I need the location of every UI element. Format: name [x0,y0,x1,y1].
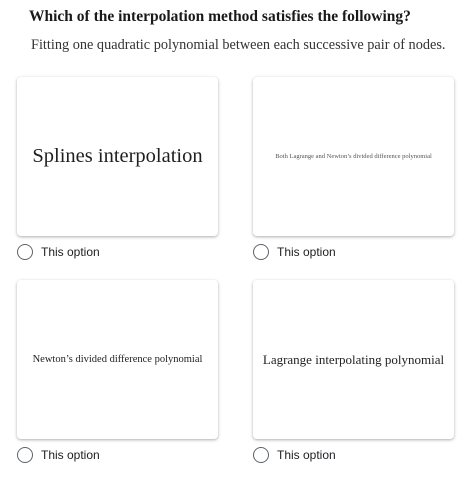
option-radio-row[interactable]: This option [17,445,100,465]
option-card-text: Splines interpolation [32,145,203,167]
radio-button[interactable] [17,244,33,260]
option-card-splines[interactable]: Splines interpolation [17,77,218,236]
option-card-both[interactable]: Both Lagrange and Newton’s divided diffe… [253,77,454,236]
option-label: This option [277,448,336,462]
option-label: This option [41,448,100,462]
option-card-text: Newton’s divided difference polynomial [32,354,203,365]
radio-button[interactable] [253,447,269,463]
option-radio-row[interactable]: This option [17,242,100,262]
option-radio-row[interactable]: This option [253,445,336,465]
option-label: This option [41,245,100,259]
option-label: This option [277,245,336,259]
option-radio-row[interactable]: This option [253,242,336,262]
question-title: Which of the interpolation method satisf… [29,8,411,25]
radio-button[interactable] [17,447,33,463]
option-card-lagrange[interactable]: Lagrange interpolating polynomial [253,280,454,439]
question-description: Fitting one quadratic polynomial between… [31,37,446,53]
radio-button[interactable] [253,244,269,260]
option-card-text: Both Lagrange and Newton’s divided diffe… [275,153,432,160]
option-card-text: Lagrange interpolating polynomial [262,351,445,367]
option-card-newton[interactable]: Newton’s divided difference polynomial [17,280,218,439]
